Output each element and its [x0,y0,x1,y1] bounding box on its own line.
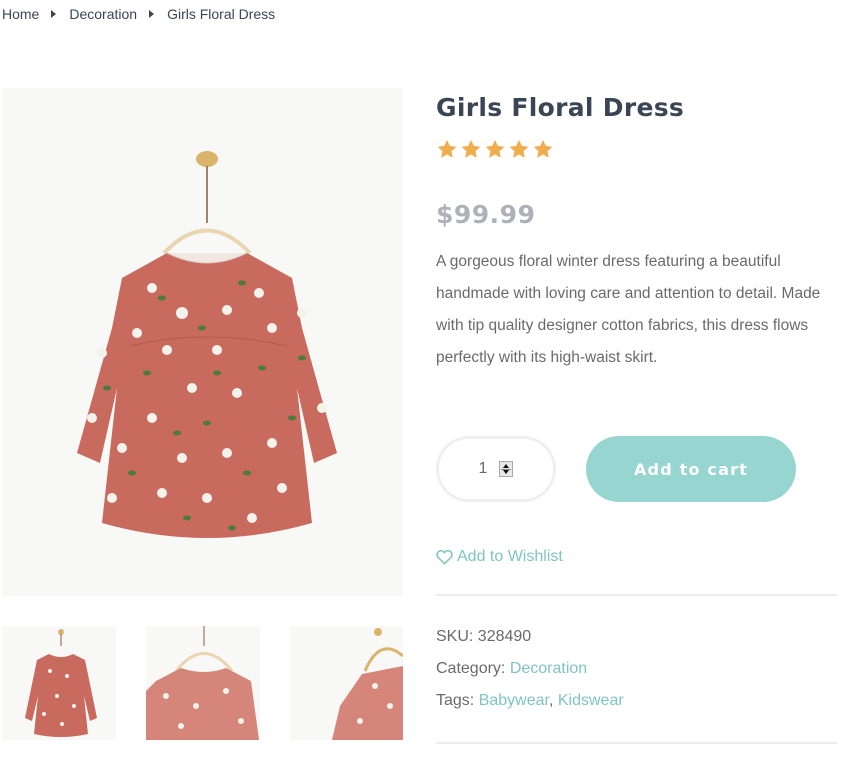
sku-row: SKU: 328490 [436,626,624,658]
category-label: Category: [436,660,506,677]
spinner-down-icon[interactable] [503,470,510,474]
quantity-stepper[interactable]: 1 [436,436,556,502]
breadcrumb: Home Decoration Girls Floral Dress [2,6,275,22]
tag-link-babywear[interactable]: Babywear [479,692,549,709]
breadcrumb-separator-icon [149,10,155,18]
star-icon [509,139,529,158]
product-title: Girls Floral Dress [436,93,685,122]
star-icon [533,139,553,158]
dress-image [2,88,403,596]
add-to-cart-form: 1 Add to cart [436,436,796,502]
star-icon [437,139,457,158]
thumbnail-image [2,626,116,740]
tag-separator: , [548,692,554,709]
tags-row: Tags: Babywear, Kidswear [436,690,624,722]
thumbnail-1[interactable] [2,626,116,740]
breadcrumb-decoration[interactable]: Decoration [69,6,137,22]
category-row: Category: Decoration [436,658,624,690]
add-to-cart-button[interactable]: Add to cart [586,436,796,502]
category-link[interactable]: Decoration [510,660,587,677]
product-meta: SKU: 328490 Category: Decoration Tags: B… [436,626,624,722]
tags-label: Tags: [436,692,475,709]
thumbnail-2[interactable] [146,626,260,740]
wishlist-label: Add to Wishlist [457,548,563,565]
product-description: A gorgeous floral winter dress featuring… [436,253,821,366]
thumbnail-image [146,626,259,740]
breadcrumb-separator-icon [51,10,57,18]
sku-value: 328490 [477,628,532,645]
sku-label: SKU: [436,628,474,645]
product-price: $99.99 [436,200,536,229]
star-icon [485,139,505,158]
star-icon [461,139,481,158]
product-main-image[interactable] [2,88,403,596]
divider [436,742,837,744]
thumbnail-3[interactable] [290,626,403,740]
add-to-wishlist-link[interactable]: Add to Wishlist [436,548,563,566]
spinner-up-icon[interactable] [503,464,510,468]
product-summary: Girls Floral Dress $99.99 A gorgeous flo… [436,88,837,374]
thumbnail-image [290,626,403,740]
breadcrumb-current: Girls Floral Dress [167,6,276,22]
heart-icon [436,549,453,565]
breadcrumb-home[interactable]: Home [2,6,39,22]
quantity-input[interactable]: 1 [479,460,488,478]
quantity-spinner[interactable] [499,461,514,477]
rating-stars [436,139,837,159]
divider [436,594,837,596]
tag-link-kidswear[interactable]: Kidswear [558,692,624,709]
